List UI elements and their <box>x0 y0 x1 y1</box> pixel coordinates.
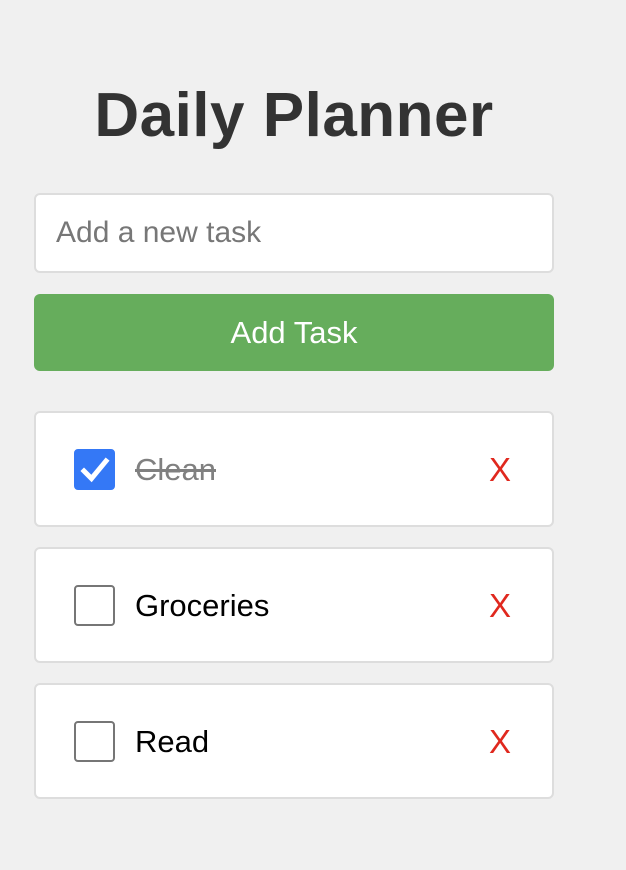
task-label: Read <box>135 724 210 759</box>
task-item: Clean X <box>34 411 554 527</box>
new-task-input[interactable] <box>34 193 554 273</box>
task-label: Clean <box>135 452 216 487</box>
page-title: Daily Planner <box>94 81 494 150</box>
add-task-button[interactable]: Add Task <box>34 294 554 371</box>
delete-task-button[interactable]: X <box>484 721 516 762</box>
delete-task-button[interactable]: X <box>484 585 516 626</box>
delete-task-button[interactable]: X <box>484 449 516 490</box>
task-label: Groceries <box>135 588 270 623</box>
task-checkbox[interactable] <box>74 721 115 762</box>
checkmark-icon <box>80 457 110 483</box>
daily-planner-app: Daily Planner Add Task Clean X Groceries… <box>0 0 626 870</box>
task-list: Clean X Groceries X Read X <box>34 411 554 819</box>
task-item: Read X <box>34 683 554 799</box>
task-item: Groceries X <box>34 547 554 663</box>
task-checkbox[interactable] <box>74 585 115 626</box>
task-checkbox[interactable] <box>74 449 115 490</box>
